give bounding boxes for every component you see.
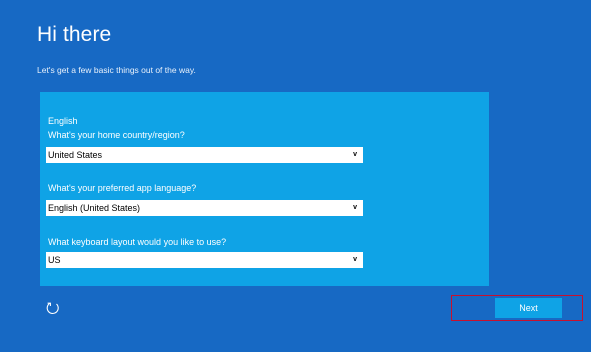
- country-select[interactable]: United States v: [46, 147, 363, 163]
- app-language-label: What's your preferred app language?: [48, 183, 197, 193]
- restart-icon[interactable]: [45, 300, 61, 316]
- keyboard-select[interactable]: US v: [46, 252, 363, 268]
- keyboard-label: What keyboard layout would you like to u…: [48, 237, 227, 247]
- language-heading: English: [48, 116, 78, 126]
- page-subtitle: Let's get a few basic things out of the …: [37, 65, 196, 75]
- next-button[interactable]: Next: [495, 298, 562, 318]
- chevron-down-icon: v: [353, 204, 357, 211]
- chevron-down-icon: v: [353, 256, 357, 263]
- chevron-down-icon: v: [353, 151, 357, 158]
- app-language-select[interactable]: English (United States) v: [46, 200, 363, 216]
- setup-window: Hi there Let's get a few basic things ou…: [0, 0, 591, 352]
- settings-panel: English What's your home country/region?…: [40, 92, 489, 286]
- country-label: What's your home country/region?: [48, 130, 185, 140]
- app-language-select-value: English (United States): [48, 203, 141, 213]
- page-title: Hi there: [37, 23, 112, 46]
- keyboard-select-value: US: [48, 255, 61, 265]
- country-select-value: United States: [48, 150, 103, 160]
